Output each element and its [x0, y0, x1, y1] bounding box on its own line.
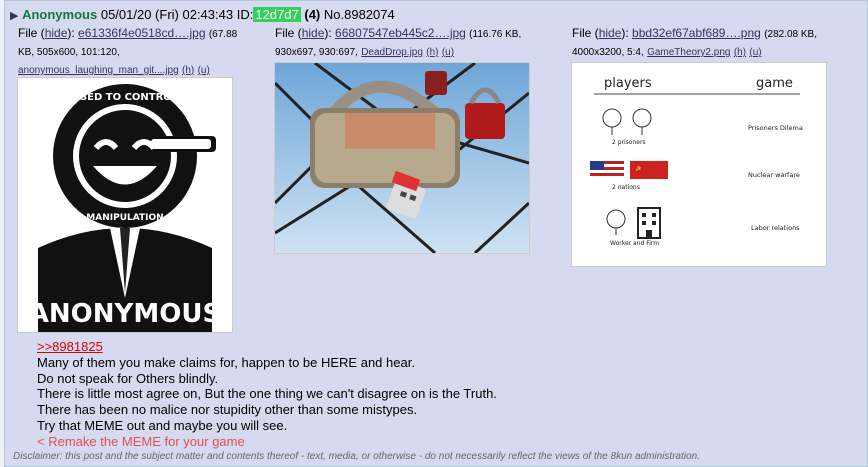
- file-1-original-link[interactable]: anonymous_laughing_man_git....jpg: [18, 65, 179, 76]
- file-3-name-link[interactable]: bbd32ef67abf689….png: [632, 26, 761, 40]
- file-1: File (hide): e61336f4e0518cd….jpg (67.88…: [18, 25, 258, 79]
- file-2-meta2: 930x697, 930:697,: [275, 47, 358, 58]
- file-1-name-link[interactable]: e61336f4e0518cd….jpg: [78, 26, 205, 40]
- diagram-row1-caption: 2 prisoners: [612, 139, 646, 146]
- usa-flag-icon: [590, 161, 624, 179]
- diagram-row1-game: Prisoners Dilema: [748, 124, 803, 132]
- hide-link[interactable]: hide: [302, 26, 325, 40]
- post-body: >>8981825 Many of them you make claims f…: [37, 339, 497, 450]
- poster-name: Anonymous: [22, 7, 98, 22]
- diagram-row2-caption: 2 nations: [612, 184, 640, 191]
- post-container: ▶ Anonymous 05/01/20 (Fri) 02:43:43 ID: 1…: [4, 0, 868, 467]
- anonymous-image-label: ANONYMOUS: [29, 299, 221, 329]
- file-1-meta1: (67.88: [208, 29, 238, 40]
- file-1-thumbnail[interactable]: USED TO CONTROL MANIPULATION ANONYMOUS: [17, 77, 233, 333]
- file-2-name-link[interactable]: 66807547eb445c2….jpg: [335, 26, 466, 40]
- file-3: File (hide): bbd32ef67abf689….png (282.0…: [572, 25, 862, 61]
- file-2-h-link[interactable]: (h): [426, 47, 438, 58]
- message-line-orange: < Remake the MEME for your game: [37, 433, 245, 449]
- post-datetime: 05/01/20 (Fri) 02:43:43: [100, 7, 234, 22]
- file-3-meta1: (282.08 KB,: [764, 29, 817, 40]
- file-prefix: File: [572, 26, 592, 40]
- svg-text:☭: ☭: [635, 165, 641, 173]
- message-line: Many of them you make claims for, happen…: [37, 354, 415, 370]
- post-number[interactable]: No.8982074: [324, 7, 395, 22]
- message-line: Try that MEME out and maybe you will see…: [37, 417, 288, 433]
- file-3-original-link[interactable]: GameTheory2.png: [647, 47, 730, 58]
- file-2-info: File (hide): 66807547eb445c2….jpg (116.7…: [275, 26, 522, 58]
- poster-id[interactable]: 12d7d7: [253, 7, 301, 22]
- file-prefix: File: [275, 26, 295, 40]
- file-2: File (hide): 66807547eb445c2….jpg (116.7…: [275, 25, 555, 61]
- diagram-col-game: game: [756, 76, 793, 91]
- file-3-thumbnail[interactable]: players game 2 prisoners Prisoners Dilem…: [571, 62, 827, 267]
- file-2-u-link[interactable]: (u): [442, 47, 454, 58]
- message-line: There is little most agree on, But the o…: [37, 386, 497, 402]
- triangle-right-icon[interactable]: ▶: [10, 10, 18, 22]
- reply-count: (4): [304, 7, 321, 22]
- file-3-meta2: 4000x3200, 5:4,: [572, 47, 644, 58]
- file-3-info: File (hide): bbd32ef67abf689….png (282.0…: [572, 26, 817, 58]
- ussr-flag-icon: ☭: [630, 161, 668, 179]
- file-1-u-link[interactable]: (u): [198, 65, 210, 76]
- file-prefix: File: [18, 26, 38, 40]
- svg-text:MANIPULATION: MANIPULATION: [86, 213, 163, 223]
- svg-text:USED TO CONTROL: USED TO CONTROL: [72, 92, 179, 103]
- diagram-row2-game: Nuclear warfare: [748, 171, 800, 179]
- diagram-row3-game: Labor relations: [751, 224, 800, 232]
- diagram-col-players: players: [604, 76, 652, 91]
- file-3-u-link[interactable]: (u): [749, 47, 761, 58]
- diagram-row3-caption: Worker and Firm: [610, 240, 659, 247]
- post-header: ▶ Anonymous 05/01/20 (Fri) 02:43:43 ID: 1…: [10, 7, 395, 22]
- disclaimer: Disclaimer: this post and the subject ma…: [13, 451, 700, 462]
- file-2-thumbnail[interactable]: [274, 62, 530, 254]
- file-2-meta1: (116.76 KB,: [469, 29, 522, 40]
- message-line: Do not speak for Others blindly.: [37, 370, 219, 386]
- hide-link[interactable]: hide: [45, 26, 68, 40]
- hide-link[interactable]: hide: [599, 26, 622, 40]
- file-3-h-link[interactable]: (h): [734, 47, 746, 58]
- reply-quote-link[interactable]: >>8981825: [37, 339, 103, 354]
- file-2-original-link[interactable]: DeadDrop.jpg: [361, 47, 423, 58]
- message-line: There has been no malice nor stupidity o…: [37, 402, 418, 418]
- id-label: ID:: [236, 7, 254, 22]
- file-1-h-link[interactable]: (h): [182, 65, 194, 76]
- file-1-meta2: KB, 505x600, 101:120,: [18, 47, 120, 58]
- file-1-info: File (hide): e61336f4e0518cd….jpg (67.88…: [18, 26, 238, 76]
